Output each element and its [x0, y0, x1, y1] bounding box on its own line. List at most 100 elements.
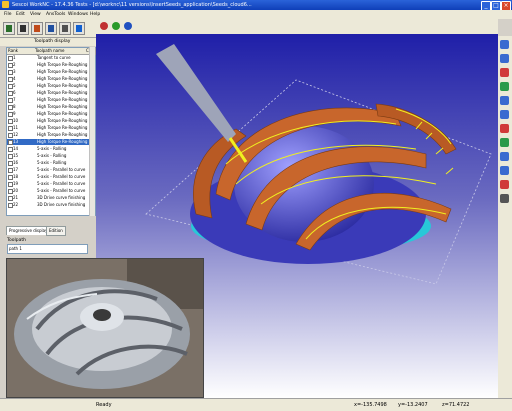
row-name: High Torque Re-Roughing: [37, 69, 88, 74]
table-row[interactable]: 1Tangent to curveFa: [7, 55, 95, 61]
table-row[interactable]: 7High Torque Re-RoughingRo: [7, 97, 95, 103]
row-rank: 12: [13, 132, 19, 137]
table-row[interactable]: 11High Torque Re-RoughingRo: [7, 125, 95, 131]
play-icon[interactable]: [112, 22, 120, 30]
tab-edition[interactable]: Edition: [46, 226, 66, 236]
menu-file[interactable]: File: [4, 12, 12, 17]
list-icon[interactable]: [59, 22, 71, 35]
view-top-icon[interactable]: [500, 152, 509, 161]
coord-z: z=71.4722: [442, 402, 470, 408]
coord-y: y=-13.2407: [398, 402, 428, 408]
panel-toolbar: [0, 19, 96, 38]
row-name: 5-axis - Parallel to curve: [37, 181, 86, 186]
row-name: High Torque Re-Roughing: [37, 90, 88, 95]
table-row[interactable]: 12High Torque Re-RoughingRo: [7, 132, 95, 138]
table-row[interactable]: 10High Torque Re-RoughingRo: [7, 118, 95, 124]
row-name: 3D Drive curve finishing: [37, 202, 86, 207]
table-row[interactable]: 2High Torque Re-RoughingRo: [7, 62, 95, 68]
table-row[interactable]: 9High Torque Re-RoughingRo: [7, 111, 95, 117]
row-rank: 6: [13, 90, 16, 95]
layers-icon[interactable]: [17, 22, 29, 35]
table-row[interactable]: 185-axis - Parallel to curveBo: [7, 174, 95, 180]
menu-edit[interactable]: Edit: [16, 12, 25, 17]
row-rank: 13: [13, 139, 19, 144]
toolpath-field[interactable]: path 1: [7, 244, 88, 254]
status-bar: Ready x=-135.7498 y=-13.2407 z=71.4722: [0, 398, 512, 411]
panel-header: Toolpath display: [0, 38, 96, 46]
row-rank: 10: [13, 118, 19, 123]
column-header-rank[interactable]: Rank: [7, 48, 35, 55]
settings-icon[interactable]: [45, 22, 57, 35]
row-name: High Torque Re-Roughing: [37, 125, 88, 130]
machined-part-photo: [6, 258, 204, 398]
row-rank: 17: [13, 167, 19, 172]
table-row[interactable]: 6High Torque Re-RoughingRo: [7, 90, 95, 96]
zoom-out-icon[interactable]: [500, 110, 509, 119]
fit-icon[interactable]: [500, 82, 509, 91]
zoom-icon[interactable]: [500, 68, 509, 77]
toolpath-label: Toolpath: [7, 238, 26, 243]
table-row[interactable]: 223D Drive curve finishingBo: [7, 202, 95, 208]
record-icon[interactable]: [100, 22, 108, 30]
menu-view[interactable]: View: [30, 12, 41, 17]
view-iso-icon[interactable]: [500, 180, 509, 189]
row-name: 5-axis - Parallel to curve: [37, 174, 86, 179]
coord-x: x=-135.7498: [354, 402, 387, 408]
zoom-in-icon[interactable]: [500, 96, 509, 105]
list-scrollbar[interactable]: [89, 47, 95, 216]
menu-bar: File Edit View AnsTools Windows Help: [0, 10, 512, 19]
row-name: High Torque Re-Roughing: [37, 111, 88, 116]
row-name: 5-axis - Rolling: [37, 153, 67, 158]
status-ready: Ready: [96, 402, 112, 408]
viewport-toolbar: [96, 19, 498, 34]
title-bar: Sescoi WorkNC - 17.4.36 Tests - [d:\work…: [0, 0, 512, 11]
panel-title: Toolpath display: [34, 39, 71, 44]
row-rank: 18: [13, 174, 19, 179]
toolpath-list[interactable]: Rank Toolpath name Cr 1Tangent to curveF…: [6, 47, 96, 216]
table-row[interactable]: 213D Drive curve finishingBo: [7, 195, 95, 201]
row-name: High Torque Re-Roughing: [37, 139, 88, 144]
row-name: Tangent to curve: [37, 55, 71, 60]
table-row[interactable]: 8High Torque Re-RoughingRo: [7, 104, 95, 110]
table-row[interactable]: 165-axis - RollingBo: [7, 160, 95, 166]
app-icon: [2, 1, 9, 8]
row-rank: 16: [13, 160, 19, 165]
row-rank: 21: [13, 195, 19, 200]
row-rank: 2: [13, 62, 16, 67]
column-header-name[interactable]: Toolpath name: [34, 48, 86, 55]
row-rank: 4: [13, 76, 16, 81]
toolpath-icon[interactable]: [3, 22, 15, 35]
pan-icon[interactable]: [500, 54, 509, 63]
table-row[interactable]: 145-axis - RollingBo: [7, 146, 95, 152]
window-title: Sescoi WorkNC - 17.4.36 Tests - [d:\work…: [12, 2, 252, 8]
table-row[interactable]: 3High Torque Re-RoughingRo: [7, 69, 95, 75]
grid-icon[interactable]: [500, 194, 509, 203]
tab-progressive-display[interactable]: Progressive display: [6, 226, 51, 235]
wire-icon[interactable]: [500, 138, 509, 147]
row-name: High Torque Re-Roughing: [37, 104, 88, 109]
viewport-icons: [100, 22, 132, 30]
menu-help[interactable]: Help: [90, 12, 100, 17]
menu-anstools[interactable]: AnsTools: [46, 12, 65, 17]
menu-windows[interactable]: Windows: [68, 12, 88, 17]
view-front-icon[interactable]: [500, 166, 509, 175]
row-name: 5-axis - Parallel to curve: [37, 167, 86, 172]
row-rank: 14: [13, 146, 19, 151]
table-row[interactable]: 195-axis - Parallel to curveBo: [7, 181, 95, 187]
table-row[interactable]: 205-axis - Parallel to curveBo: [7, 188, 95, 194]
table-row[interactable]: 175-axis - Parallel to curveBo: [7, 167, 95, 173]
row-rank: 1: [13, 55, 16, 60]
expand-icon[interactable]: [73, 22, 85, 35]
table-row[interactable]: 5High Torque Re-RoughingRo: [7, 83, 95, 89]
row-rank: 19: [13, 181, 19, 186]
table-row[interactable]: 4High Torque Re-RoughingRo: [7, 76, 95, 82]
table-row[interactable]: 13High Torque Re-RoughingRo: [7, 139, 95, 145]
paint-icon[interactable]: [31, 22, 43, 35]
row-name: 5-axis - Parallel to curve: [37, 188, 86, 193]
shade-icon[interactable]: [500, 124, 509, 133]
stop-icon[interactable]: [124, 22, 132, 30]
row-name: 5-axis - Rolling: [37, 146, 67, 151]
table-row[interactable]: 155-axis - RollingBo: [7, 153, 95, 159]
row-name: High Torque Re-Roughing: [37, 132, 88, 137]
rotate-icon[interactable]: [500, 40, 509, 49]
